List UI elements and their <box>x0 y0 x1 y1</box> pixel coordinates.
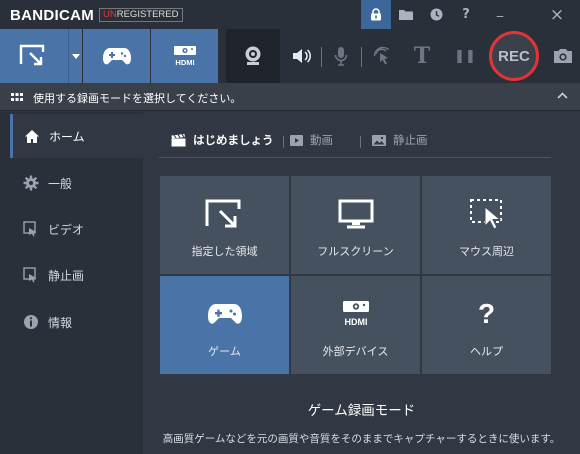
clock-icon[interactable] <box>421 0 451 29</box>
sidebar-item-label: 静止画 <box>48 268 85 283</box>
minimize-icon[interactable]: _ <box>485 0 515 25</box>
mode-dropdown-button[interactable] <box>68 29 82 83</box>
clapper-icon <box>171 133 186 147</box>
webcam-button[interactable] <box>226 29 280 83</box>
monitor-icon <box>338 199 373 229</box>
tile-label: ゲーム <box>208 345 241 358</box>
sidebar-item-label: 情報 <box>48 315 73 330</box>
toolbar-divider <box>361 47 362 67</box>
tile-label: 外部デバイス <box>322 345 389 358</box>
toolbar: HDMI T ❚❚ REC <box>0 29 580 83</box>
tab-divider <box>283 136 284 148</box>
registration-badge[interactable]: UNREGISTERED <box>99 8 183 22</box>
microphone-icon <box>334 47 348 66</box>
speaker-icon <box>293 49 312 63</box>
folder-icon[interactable] <box>391 0 421 29</box>
rectangle-cursor-icon <box>19 44 45 66</box>
cursor-click-icon <box>373 46 389 65</box>
close-icon[interactable]: × <box>542 0 572 29</box>
webcam-icon <box>245 46 261 65</box>
sidebar-item-home[interactable]: ホーム <box>10 114 143 158</box>
info-icon <box>22 313 40 331</box>
collapse-toggle[interactable] <box>557 89 568 102</box>
device-mode-button[interactable]: HDMI <box>151 29 218 83</box>
tile-label: ヘルプ <box>470 345 503 358</box>
camera-icon <box>554 49 572 63</box>
speaker-button[interactable] <box>288 29 316 83</box>
record-button[interactable]: REC <box>489 31 539 81</box>
content-tabs: はじめましょう 動画 静止画 <box>159 130 551 158</box>
tile-rectangle-area[interactable]: 指定した領域 <box>160 176 289 274</box>
tile-help[interactable]: ? ヘルプ <box>422 276 551 374</box>
video-icon <box>22 220 40 238</box>
gamepad-icon <box>207 304 242 324</box>
chevron-down-icon <box>71 53 80 59</box>
lock-icon[interactable] <box>361 0 391 29</box>
text-overlay-button[interactable]: T <box>407 29 437 83</box>
tab-label: 静止画 <box>393 133 428 147</box>
tab-getting-started[interactable]: はじめましょう <box>171 132 274 148</box>
sidebar-item-label: ビデオ <box>48 222 85 237</box>
help-icon[interactable]: ? <box>451 0 481 29</box>
help-icon: ? <box>477 298 496 329</box>
badge-un: UN <box>103 9 117 20</box>
sidebar-item-label: ホーム <box>49 129 85 144</box>
image-icon <box>22 266 40 284</box>
video-icon <box>290 134 303 146</box>
tab-image[interactable]: 静止画 <box>372 132 428 148</box>
mouse-area-icon <box>469 199 502 230</box>
tile-external-device[interactable]: HDMI 外部デバイス <box>291 276 420 374</box>
tab-video[interactable]: 動画 <box>290 132 333 148</box>
rectangle-mode-button[interactable] <box>0 29 68 83</box>
toolbar-divider <box>321 47 322 67</box>
tile-label: マウス周辺 <box>459 245 514 258</box>
sidebar-item-general[interactable]: 一般 <box>10 161 143 205</box>
screenshot-button[interactable] <box>548 29 578 83</box>
pause-button[interactable]: ❚❚ <box>450 29 480 83</box>
chevron-up-icon <box>557 92 568 99</box>
tile-mouse-area[interactable]: マウス周辺 <box>422 176 551 274</box>
cursor-effect-button[interactable] <box>367 29 397 83</box>
game-mode-button[interactable] <box>83 29 150 83</box>
badge-registered: REGISTERED <box>116 9 179 20</box>
tile-fullscreen[interactable]: フルスクリーン <box>291 176 420 274</box>
tab-label: 動画 <box>310 133 333 147</box>
sidebar: ホーム 一般 ビデオ 静止画 情報 <box>0 112 143 454</box>
home-icon <box>23 127 41 145</box>
gamepad-icon <box>102 48 131 65</box>
tab-divider <box>360 136 361 148</box>
sidebar-item-image[interactable]: 静止画 <box>10 253 143 297</box>
bandicam-window: BANDICAM UNREGISTERED ? _ × HDMI T ❚❚ RE… <box>0 0 580 454</box>
mode-instruction-text: 使用する録画モードを選択してください。 <box>33 92 242 105</box>
mode-selection-bar: 使用する録画モードを選択してください。 <box>0 83 580 111</box>
main-content: はじめましょう 動画 静止画 指定した領域 フルスクリーン マウス周辺 ゲーム … <box>143 112 580 454</box>
tab-label: はじめましょう <box>193 133 274 147</box>
sidebar-item-video[interactable]: ビデオ <box>10 207 143 251</box>
hdmi-text: HDMI <box>344 317 367 327</box>
image-icon <box>372 134 386 146</box>
tile-game[interactable]: ゲーム <box>160 276 289 374</box>
tile-label: 指定した領域 <box>191 245 258 258</box>
grid-icon <box>11 93 23 101</box>
hdmi-icon: HDMI <box>173 46 196 67</box>
mode-description-title: ゲーム録画モード <box>307 403 416 419</box>
microphone-button[interactable] <box>327 29 355 83</box>
app-logo: BANDICAM <box>10 7 95 24</box>
rectangle-cursor-icon <box>205 199 240 228</box>
mode-description-text: 高画質ゲームなどを元の画質や音質をそのままでキャプチャーするときに使います。 <box>162 433 561 445</box>
mode-grid: 指定した領域 フルスクリーン マウス周辺 ゲーム HDMI 外部デバイス ? ヘ… <box>160 176 551 374</box>
sidebar-item-label: 一般 <box>48 176 73 191</box>
rec-label: REC <box>498 47 530 65</box>
title-bar: BANDICAM UNREGISTERED ? _ × <box>0 0 580 29</box>
hdmi-text: HDMI <box>175 58 194 67</box>
tile-label: フルスクリーン <box>317 245 394 258</box>
hdmi-icon: HDMI <box>342 301 369 327</box>
sidebar-item-info[interactable]: 情報 <box>10 300 143 344</box>
gear-icon <box>22 174 40 192</box>
